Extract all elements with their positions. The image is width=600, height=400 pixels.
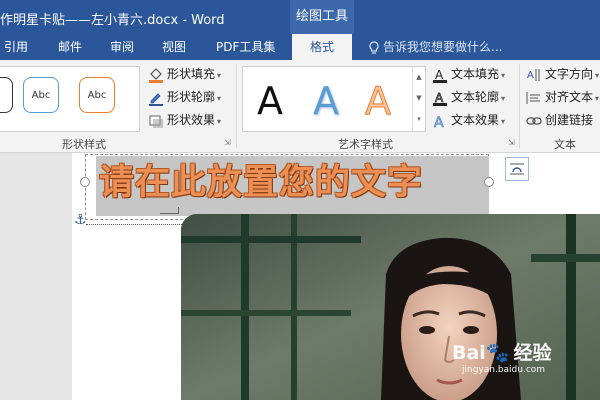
gallery-scrollbar[interactable]: ▲ ▼ ▾ (412, 67, 425, 131)
tell-me-box[interactable]: 告诉我您想要做什么... (368, 34, 502, 60)
document-margin (0, 153, 72, 400)
dialog-launcher-icon[interactable]: ⇲ (508, 138, 515, 147)
watermark-brand: Bai (452, 342, 486, 364)
text-direction-label: 文字方向 (545, 67, 594, 81)
gallery-more-icon[interactable]: ▾ (413, 109, 425, 130)
shape-style-swatch-1[interactable] (0, 77, 13, 113)
text-outline-label: 文本轮廓 (451, 90, 500, 104)
link-icon (526, 113, 542, 129)
text-group-label: 文本 (554, 138, 576, 151)
chevron-down-icon: ▾ (501, 94, 506, 103)
wordart-text[interactable]: 请在此放置您的文字 (99, 157, 423, 209)
create-link-label: 创建链接 (545, 113, 594, 127)
text-direction-icon: A (526, 67, 542, 83)
chevron-down-icon: ▾ (595, 94, 600, 103)
ribbon-panel: Abc Abc 形状填充 ▾ 形状轮廓 ▾ 形状效果 ▾ 形状样式 ⇲ A A A ▲… (0, 60, 600, 153)
chevron-down-icon: ▾ (501, 117, 506, 126)
tab-review[interactable]: 审阅 (110, 34, 134, 60)
chevron-down-icon: ▾ (217, 117, 222, 126)
resize-handle-left[interactable] (80, 177, 90, 187)
chevron-down-icon: ▾ (595, 71, 600, 80)
svg-text:A: A (434, 115, 444, 129)
text-cursor (160, 207, 179, 214)
shape-outline-button[interactable]: 形状轮廓 ▾ (148, 87, 221, 107)
baidu-jingyan-watermark: Bai🐾 经验 jingyan.baidu.com (452, 338, 552, 375)
scroll-up-icon[interactable]: ▲ (413, 67, 425, 88)
shape-styles-gallery[interactable]: Abc Abc (0, 66, 140, 132)
shape-effects-button[interactable]: 形状效果 ▾ (148, 110, 221, 130)
lightbulb-icon (369, 40, 379, 54)
text-fill-label: 文本填充 (451, 67, 500, 81)
text-effects-label: 文本效果 (451, 113, 500, 127)
text-fill-button[interactable]: A 文本填充 ▾ (432, 64, 505, 84)
wordart-sample-black[interactable]: A (257, 77, 283, 125)
tell-me-placeholder: 告诉我您想要做什么... (383, 40, 503, 54)
tab-references[interactable]: 引用 (4, 34, 28, 60)
pencil-icon (148, 90, 164, 106)
dialog-launcher-icon[interactable]: ⇲ (224, 138, 231, 147)
paw-icon: 🐾 (485, 342, 510, 364)
scroll-down-icon[interactable]: ▼ (413, 88, 425, 109)
text-outline-icon: A (432, 90, 448, 106)
group-divider (519, 64, 520, 148)
shape-style-swatch-2[interactable]: Abc (23, 77, 59, 113)
wordart-styles-group-label: 艺术字样式 (338, 138, 393, 151)
anchor-icon[interactable]: ⚓ (74, 212, 87, 228)
tab-mailings[interactable]: 邮件 (58, 34, 82, 60)
align-text-button[interactable]: 对齐文本 ▾ (526, 87, 599, 107)
resize-handle-right[interactable] (484, 177, 494, 187)
align-text-label: 对齐文本 (545, 90, 594, 104)
layout-options-icon (510, 163, 524, 175)
text-fill-icon: A (432, 67, 448, 83)
shape-outline-label: 形状轮廓 (167, 90, 216, 104)
svg-text:A: A (435, 91, 444, 105)
ribbon-tab-row: 引用 邮件 审阅 视图 PDF工具集 格式 (0, 34, 600, 60)
wordart-sample-orange[interactable]: A (365, 77, 392, 125)
shape-fill-button[interactable]: 形状填充 ▾ (148, 64, 221, 84)
tab-view[interactable]: 视图 (162, 34, 186, 60)
align-text-icon (526, 90, 542, 106)
watermark-url: jingyan.baidu.com (462, 365, 546, 375)
create-link-button[interactable]: 创建链接 (526, 110, 593, 130)
text-direction-button[interactable]: A 文字方向 ▾ (526, 64, 599, 84)
shape-effects-icon (148, 113, 164, 129)
svg-text:A: A (435, 68, 444, 82)
context-tab-group-label: 绘图工具 (290, 0, 354, 34)
paint-bucket-icon (148, 67, 164, 83)
shape-effects-label: 形状效果 (167, 113, 216, 127)
text-effects-button[interactable]: A 文本效果 ▾ (432, 110, 506, 131)
wordart-styles-gallery[interactable]: A A A ▲ ▼ ▾ (242, 66, 426, 132)
shape-fill-label: 形状填充 (167, 67, 216, 81)
text-outline-button[interactable]: A 文本轮廓 ▾ (432, 87, 505, 107)
chevron-down-icon: ▾ (217, 94, 222, 103)
watermark-suffix: 经验 (513, 342, 552, 364)
chevron-down-icon: ▾ (217, 71, 222, 80)
tab-pdf-tools[interactable]: PDF工具集 (216, 34, 275, 60)
svg-text:A: A (527, 70, 534, 81)
chevron-down-icon: ▾ (501, 71, 506, 80)
group-divider (236, 64, 237, 148)
shape-style-swatch-3[interactable]: Abc (79, 77, 115, 113)
text-effects-icon: A (432, 113, 448, 131)
layout-options-button[interactable] (505, 157, 529, 181)
tab-format[interactable]: 格式 (292, 34, 352, 60)
window-title: 作明星卡贴——左小青六.docx - Word (0, 13, 225, 28)
shape-styles-group-label: 形状样式 (62, 138, 106, 151)
wordart-sample-blue[interactable]: A (313, 77, 339, 125)
